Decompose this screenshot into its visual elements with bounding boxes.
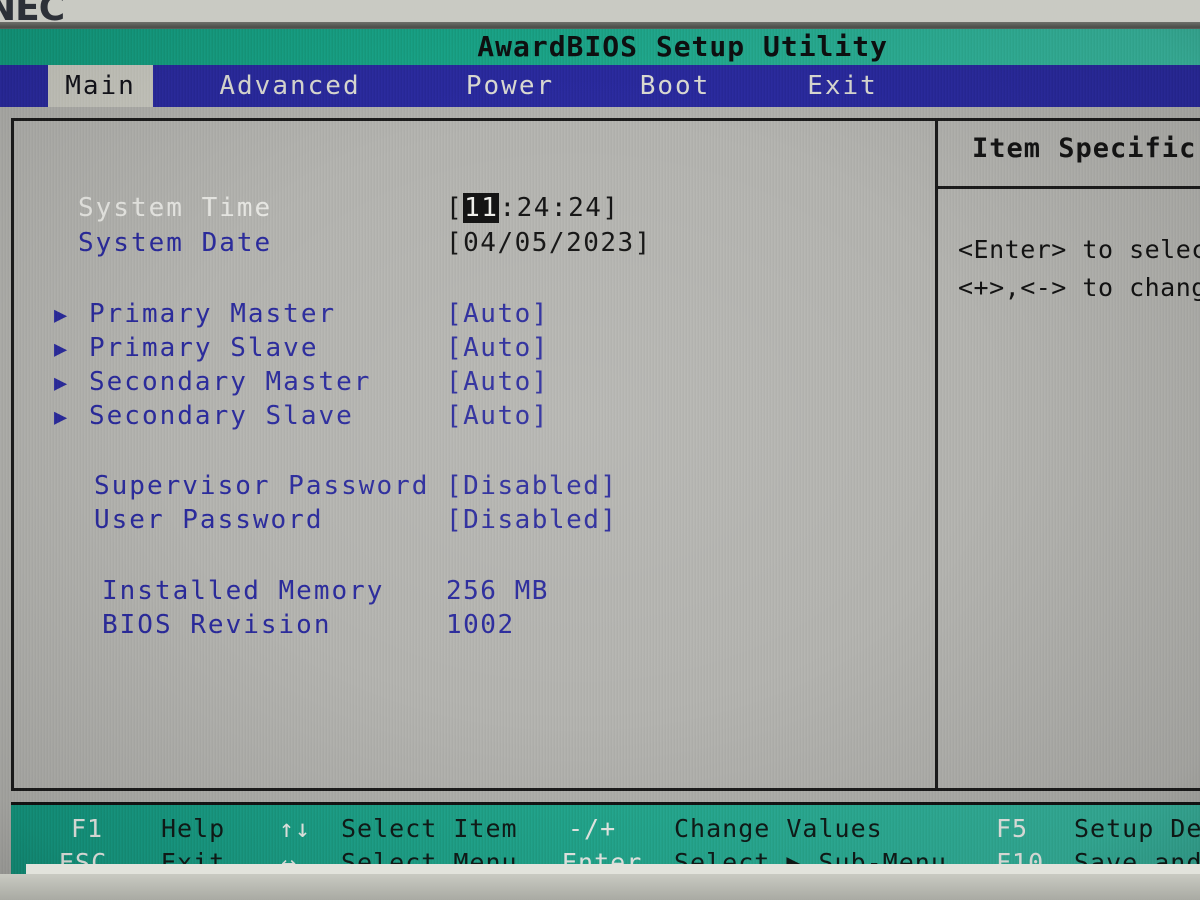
work-area: System Time [11:24:24] System Date [04/05/2…: [0, 107, 1200, 874]
table-row[interactable]: BIOS Revision 1002: [14, 610, 932, 644]
main-settings-panel: System Time [11:24:24] System Date [04/05/2…: [11, 118, 935, 791]
tab-boot[interactable]: Boot: [595, 65, 755, 107]
hotkey-description: Change Values: [674, 814, 883, 843]
submenu-triangle-icon: ▶: [54, 337, 68, 362]
tab-main[interactable]: Main: [48, 65, 153, 107]
title-bar: AwardBIOS Setup Utility: [0, 29, 1200, 65]
setting-label: User Password: [94, 505, 324, 535]
hotkey-key: F5: [996, 814, 1029, 843]
setting-label: System Date: [78, 228, 273, 258]
setting-value[interactable]: 1002: [446, 610, 515, 640]
setting-value[interactable]: [Disabled]: [446, 471, 618, 501]
table-row[interactable]: System Date [04/05/2023]: [14, 228, 932, 262]
tab-power[interactable]: Power: [425, 65, 595, 107]
setting-label: BIOS Revision: [102, 610, 332, 640]
item-specific-help-panel: Item Specific Help <Enter> to select fie…: [935, 118, 1200, 791]
setting-label: Primary Master: [89, 299, 337, 329]
tab-label: Boot: [639, 71, 711, 101]
submenu-triangle-icon: ▶: [54, 371, 68, 396]
menu-bar: Main Advanced Power Boot Exit: [0, 65, 1200, 107]
table-row[interactable]: Supervisor Password [Disabled]: [14, 471, 932, 505]
submenu-triangle-icon: ▶: [54, 303, 68, 328]
tab-advanced[interactable]: Advanced: [155, 65, 425, 107]
table-row[interactable]: System Time [11:24:24]: [14, 193, 932, 227]
table-row[interactable]: Installed Memory 256 MB: [14, 576, 932, 610]
setting-label: Primary Slave: [89, 333, 319, 363]
monitor-photo: NEC AwardBIOS Setup Utility Main Advanced…: [0, 0, 1200, 900]
submenu-triangle-icon: ▶: [54, 405, 68, 430]
setting-value[interactable]: [Auto]: [446, 333, 549, 363]
setting-value[interactable]: [Auto]: [446, 299, 549, 329]
hotkey-key: ↑↓: [279, 814, 312, 843]
tab-label: Advanced: [219, 71, 361, 101]
bezel-bottom-highlight: [26, 864, 1200, 874]
setting-value[interactable]: [Disabled]: [446, 505, 618, 535]
table-row[interactable]: ▶ Primary Master [Auto]: [14, 299, 932, 333]
setting-label: Secondary Slave: [89, 401, 354, 431]
setting-label: Supervisor Password: [94, 471, 430, 501]
table-row[interactable]: User Password [Disabled]: [14, 505, 932, 539]
hotkey-key: -/+: [568, 814, 617, 843]
hotkey-description: Setup Defaults: [1074, 814, 1200, 843]
help-text-list: <Enter> to select field. <+>,<-> to chang…: [958, 231, 1200, 307]
monitor-logo-strip: NEC: [0, 0, 1200, 27]
hotkey-description: Select Item: [341, 814, 518, 843]
setting-label: Installed Memory: [102, 576, 385, 606]
help-line: <Enter> to select field.: [958, 235, 1200, 264]
bios-screen: AwardBIOS Setup Utility Main Advanced Powe…: [0, 29, 1200, 874]
hotkey-description: Help: [161, 814, 226, 843]
setting-label: System Time: [78, 193, 273, 223]
table-row[interactable]: ▶ Secondary Slave [Auto]: [14, 401, 932, 435]
setting-value[interactable]: [Auto]: [446, 367, 549, 397]
setting-value[interactable]: [11:24:24]: [446, 193, 620, 223]
help-line: <+>,<-> to change value.: [958, 273, 1200, 302]
edit-cursor-field[interactable]: 11: [463, 193, 500, 223]
setting-value[interactable]: [Auto]: [446, 401, 549, 431]
table-row[interactable]: ▶ Secondary Master [Auto]: [14, 367, 932, 401]
bezel-bottom: [0, 874, 1200, 900]
setting-label: Secondary Master: [89, 367, 372, 397]
table-row[interactable]: ▶ Primary Slave [Auto]: [14, 333, 932, 367]
page-title: AwardBIOS Setup Utility: [477, 30, 888, 63]
help-panel-header: Item Specific Help: [938, 121, 1200, 189]
tab-label: Exit: [807, 71, 878, 101]
setting-value[interactable]: [04/05/2023]: [446, 228, 652, 258]
tab-exit[interactable]: Exit: [755, 65, 930, 107]
help-panel-title: Item Specific Help: [972, 133, 1200, 164]
tab-label: Main: [65, 71, 136, 101]
tab-label: Power: [465, 71, 555, 101]
hotkey-key: F1: [71, 814, 104, 843]
setting-value[interactable]: 256 MB: [446, 576, 549, 606]
